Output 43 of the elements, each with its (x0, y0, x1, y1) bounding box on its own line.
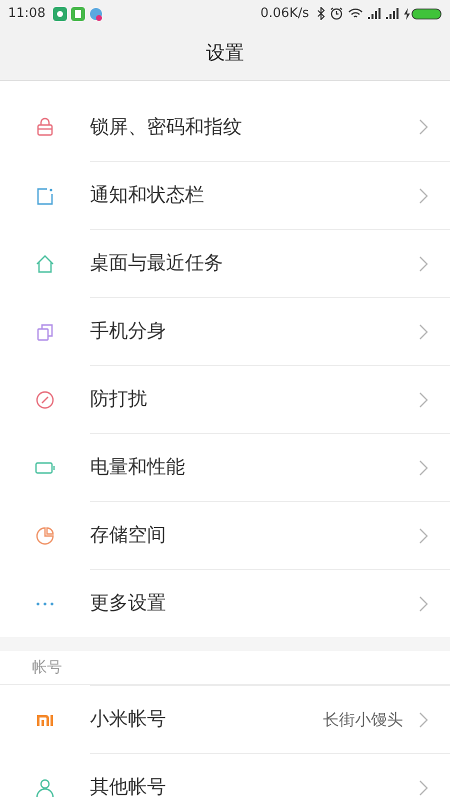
section-header: 帐号 (32, 657, 62, 678)
row-label: 手机分身 (90, 319, 166, 344)
chevron-right-icon (419, 324, 428, 340)
chevron-right-icon (419, 119, 428, 135)
battery-charging-icon (404, 8, 442, 20)
signal-icon (368, 8, 381, 19)
signal-icon (386, 8, 399, 19)
settings-row[interactable]: 通知和状态栏 (90, 161, 450, 229)
row-label: 更多设置 (90, 591, 166, 616)
network-speed: 0.06K/s (260, 4, 309, 23)
settings-row[interactable]: 防打扰 (90, 365, 450, 433)
clock: 11:08 (8, 4, 46, 23)
row-label: 锁屏、密码和指纹 (90, 114, 242, 140)
page-title: 设置 (206, 41, 244, 66)
settings-row[interactable]: 小米帐号 长街小馒头 (90, 685, 450, 753)
wifi-icon (348, 8, 363, 20)
settings-row[interactable]: 手机分身 (90, 297, 450, 365)
settings-row[interactable]: 锁屏、密码和指纹 (90, 93, 450, 161)
chevron-right-icon (419, 460, 428, 476)
row-label: 桌面与最近任务 (90, 251, 223, 276)
row-label: 其他帐号 (90, 775, 166, 800)
chevron-right-icon (419, 780, 428, 796)
row-label: 电量和性能 (90, 455, 185, 480)
row-label: 通知和状态栏 (90, 183, 204, 208)
app-notification-icon (89, 6, 104, 20)
bluetooth-icon (317, 7, 325, 20)
alarm-icon (330, 7, 343, 20)
row-label: 小米帐号 (90, 707, 166, 732)
settings-row[interactable]: 其他帐号 (90, 753, 450, 800)
row-label: 存储空间 (90, 523, 166, 548)
settings-row[interactable]: 桌面与最近任务 (90, 229, 450, 297)
app-notification-icon (53, 6, 68, 20)
chevron-right-icon (419, 596, 428, 612)
row-value: 长街小馒头 (323, 708, 403, 730)
row-label: 防打扰 (90, 387, 147, 412)
chevron-right-icon (419, 392, 428, 408)
chevron-right-icon (419, 256, 428, 272)
app-notification-icon (71, 6, 86, 20)
settings-row[interactable]: 存储空间 (90, 501, 450, 569)
chevron-right-icon (419, 528, 428, 544)
chevron-right-icon (419, 712, 428, 728)
chevron-right-icon (419, 188, 428, 204)
settings-row[interactable]: 电量和性能 (90, 433, 450, 501)
